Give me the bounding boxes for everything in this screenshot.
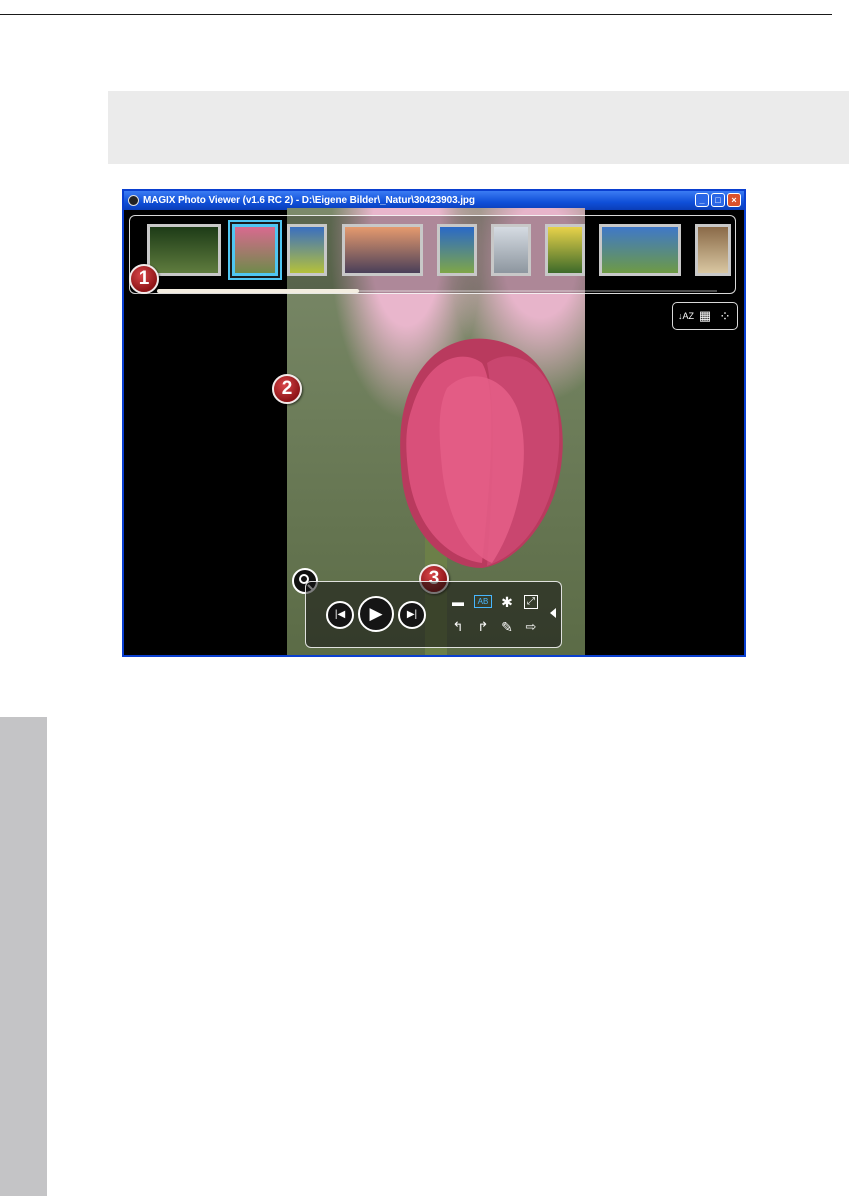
settings-gear-icon[interactable]: ✱ bbox=[500, 595, 514, 609]
scrollbar-thumb[interactable] bbox=[157, 289, 359, 293]
text-overlay-icon[interactable]: AB bbox=[474, 595, 492, 608]
thumbnail-leaves[interactable] bbox=[147, 224, 221, 276]
sort-az-icon[interactable]: ↓AZ bbox=[678, 309, 694, 323]
app-icon bbox=[128, 195, 139, 206]
photo-viewer-window: MAGIX Photo Viewer (v1.6 RC 2) - D:\Eige… bbox=[122, 189, 746, 657]
previous-button[interactable]: |◀ bbox=[326, 601, 354, 629]
fullscreen-icon[interactable]: ⤢ bbox=[524, 595, 538, 609]
edit-pencil-icon[interactable]: ✎ bbox=[500, 620, 514, 634]
thumbnail-tree-field[interactable] bbox=[287, 224, 327, 276]
play-button[interactable]: ▶ bbox=[358, 596, 394, 632]
open-folder-icon[interactable]: ▬ bbox=[451, 595, 465, 609]
sort-toolbar: ↓AZ ▦ ⁘ bbox=[672, 302, 738, 330]
thumbnail-strip bbox=[129, 215, 736, 294]
export-icon[interactable]: ⇨ bbox=[524, 620, 538, 634]
side-tab bbox=[0, 717, 47, 1196]
rotate-right-icon[interactable]: ↱ bbox=[476, 620, 490, 634]
view-options-icon[interactable]: ⁘ bbox=[718, 309, 732, 323]
close-button[interactable]: × bbox=[727, 193, 741, 207]
control-panel: |◀ ▶ ▶| ▬ AB ✱ ⤢ ↰ ↱ ✎ ⇨ bbox=[305, 581, 562, 648]
thumbnail-tulip[interactable] bbox=[232, 224, 278, 276]
thumbnail-sky-field[interactable] bbox=[437, 224, 477, 276]
tulip-illustration bbox=[400, 338, 563, 568]
thumbnail-yellow-tulips[interactable] bbox=[545, 224, 585, 276]
calendar-icon[interactable]: ▦ bbox=[698, 309, 712, 323]
callout-2: 2 bbox=[272, 374, 302, 404]
top-rule bbox=[0, 14, 832, 15]
caption-band bbox=[108, 91, 849, 164]
collapse-arrow-icon[interactable] bbox=[550, 608, 556, 618]
thumbnail-landscape[interactable] bbox=[599, 224, 681, 276]
thumbnail-bare-tree[interactable] bbox=[342, 224, 423, 276]
callout-1: 1 bbox=[129, 264, 159, 294]
next-button[interactable]: ▶| bbox=[398, 601, 426, 629]
minimize-button[interactable]: _ bbox=[695, 193, 709, 207]
maximize-button[interactable]: □ bbox=[711, 193, 725, 207]
thumbnail-sepia[interactable] bbox=[695, 224, 731, 276]
thumbnail-scrollbar[interactable] bbox=[157, 289, 717, 293]
thumbnail-birds[interactable] bbox=[491, 224, 531, 276]
rotate-left-icon[interactable]: ↰ bbox=[451, 620, 465, 634]
